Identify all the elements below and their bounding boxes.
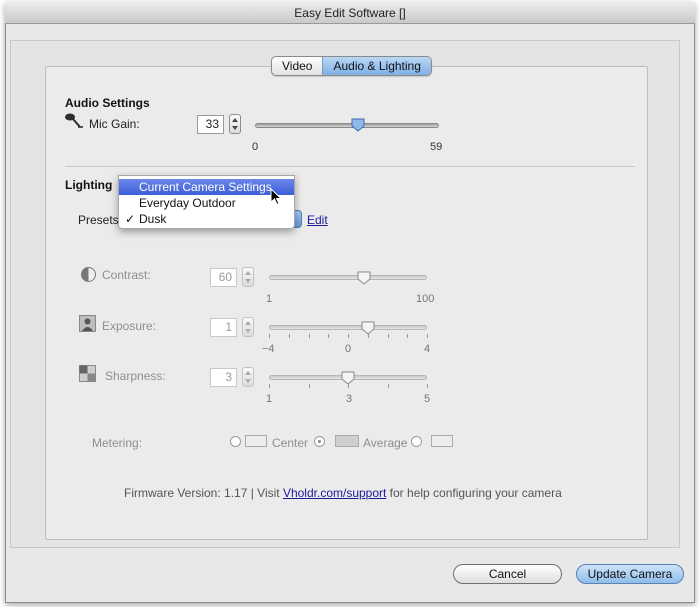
mic-gain-slider-track[interactable] (255, 123, 439, 128)
exposure-stepper[interactable] (242, 317, 254, 337)
menu-item-label: Everyday Outdoor (139, 196, 236, 210)
sharpness-stepper[interactable] (242, 367, 254, 387)
firmware-text-suffix: for help configuring your camera (386, 486, 562, 500)
center-metering-icon (245, 435, 267, 447)
tab-bar: Video Audio & Lighting (271, 56, 432, 76)
slider-tick (387, 384, 389, 388)
contrast-slider-track[interactable] (269, 275, 427, 280)
slider-tick (407, 334, 409, 338)
exposure-label: Exposure: (102, 319, 157, 333)
audio-settings-title: Audio Settings (65, 96, 150, 110)
sharpness-slider-thumb[interactable] (341, 371, 355, 385)
title-bar: Easy Edit Software [] (5, 2, 695, 24)
metering-label: Metering: (92, 436, 143, 450)
mic-gain-min-label: 0 (252, 141, 259, 153)
mic-gain-max-label: 59 (430, 141, 443, 153)
mic-gain-input[interactable]: 33 (197, 115, 224, 134)
mouse-cursor-icon (270, 188, 283, 206)
metering-center-label: Center (272, 436, 309, 450)
slider-tick (387, 334, 389, 338)
update-camera-button[interactable]: Update Camera (576, 564, 684, 584)
slider-tick (269, 384, 270, 388)
presets-edit-link[interactable]: Edit (307, 213, 328, 227)
contrast-input[interactable]: 60 (210, 268, 237, 287)
contrast-max-label: 100 (416, 293, 435, 305)
cancel-button[interactable]: Cancel (453, 564, 562, 584)
slider-tick (427, 384, 428, 388)
slider-tick (308, 334, 310, 338)
checkmark-icon: ✓ (125, 212, 136, 226)
section-divider (65, 166, 635, 167)
sharpness-icon (79, 365, 96, 382)
sharpness-tick-label-min: 1 (266, 393, 273, 405)
menu-item-everyday-outdoor[interactable]: Everyday Outdoor (119, 195, 294, 211)
presets-dropdown-menu: Current Camera Settings Everyday Outdoor… (118, 175, 295, 229)
slider-tick (288, 334, 290, 338)
lighting-settings-title: Lighting (65, 178, 113, 192)
contrast-min-label: 1 (266, 293, 273, 305)
sharpness-input[interactable]: 3 (210, 368, 237, 387)
exposure-tick-label-min: −4 (262, 343, 275, 355)
exposure-slider-track[interactable] (269, 325, 427, 330)
menu-item-dusk[interactable]: ✓ Dusk (119, 211, 294, 227)
slider-tick (269, 334, 270, 338)
microphone-icon (65, 113, 83, 128)
tab-content-box (45, 66, 648, 540)
firmware-line: Firmware Version: 1.17 | Visit Vholdr.co… (124, 486, 562, 500)
sharpness-label: Sharpness: (105, 369, 166, 383)
exposure-tick-label-max: 4 (424, 343, 431, 355)
metering-average-label: Average (363, 436, 408, 450)
metering-spot-radio[interactable] (411, 436, 422, 447)
firmware-text-prefix: Firmware Version: 1.17 | Visit (124, 486, 283, 500)
average-metering-icon (335, 435, 359, 447)
spot-metering-icon (431, 435, 453, 447)
contrast-slider-thumb[interactable] (357, 271, 371, 285)
presets-label: Presets: (78, 213, 123, 227)
exposure-person-icon (79, 315, 96, 332)
sharpness-tick-label-mid: 3 (346, 393, 353, 405)
mic-gain-stepper[interactable] (229, 114, 241, 134)
exposure-slider-thumb[interactable] (361, 321, 375, 335)
mic-gain-slider-thumb[interactable] (351, 118, 365, 132)
sharpness-tick-label-max: 5 (424, 393, 431, 405)
tab-audio-lighting[interactable]: Audio & Lighting (322, 57, 431, 75)
exposure-tick-label-mid: 0 (345, 343, 352, 355)
mic-gain-label: Mic Gain: (89, 117, 140, 131)
contrast-icon (81, 267, 96, 282)
metering-average-radio[interactable] (314, 436, 325, 447)
menu-item-current-camera-settings[interactable]: Current Camera Settings (119, 179, 294, 195)
contrast-stepper[interactable] (242, 267, 254, 287)
contrast-label: Contrast: (102, 268, 151, 282)
slider-tick (427, 334, 428, 338)
menu-item-label: Current Camera Settings (139, 180, 272, 194)
tab-video[interactable]: Video (272, 57, 322, 75)
exposure-input[interactable]: 1 (210, 318, 237, 337)
metering-center-radio[interactable] (230, 436, 241, 447)
slider-tick (328, 334, 330, 338)
window-title: Easy Edit Software [] (294, 6, 406, 20)
menu-item-label: Dusk (139, 212, 167, 226)
support-link[interactable]: Vholdr.com/support (283, 486, 386, 500)
slider-tick (308, 384, 310, 388)
slider-tick (348, 334, 349, 338)
